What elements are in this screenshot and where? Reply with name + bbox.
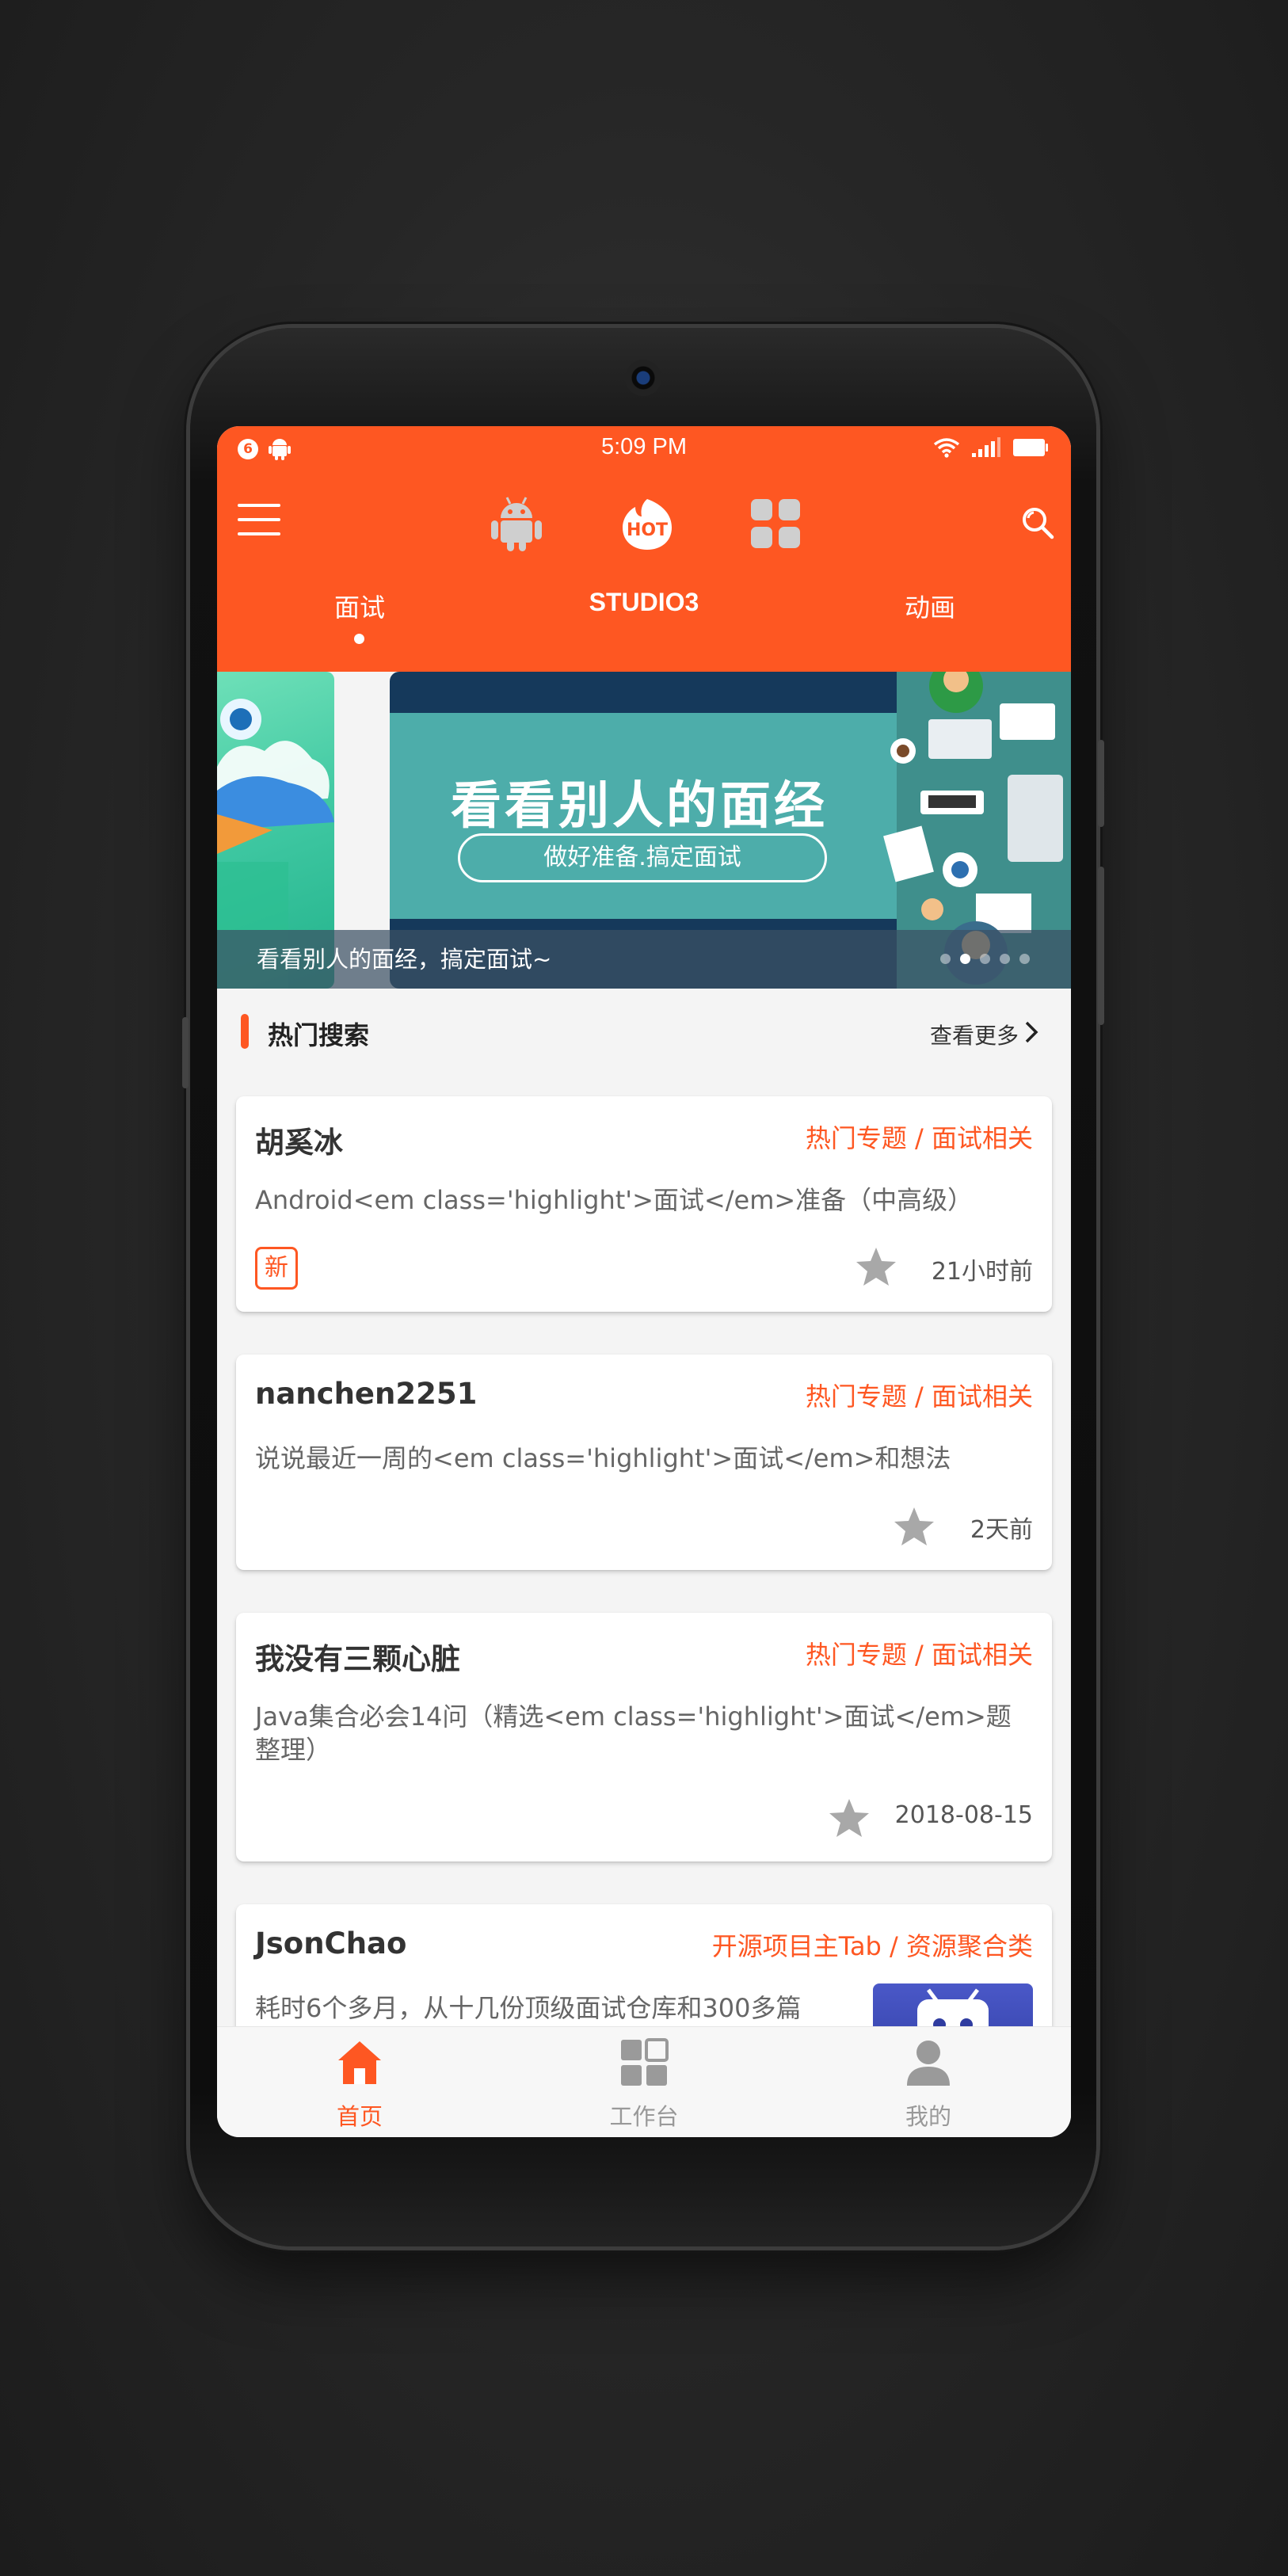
hot-search-header: 热门搜索 查看更多 <box>217 989 1071 1076</box>
wifi-icon <box>933 438 960 458</box>
android-nav-icon[interactable] <box>490 494 543 551</box>
card-category[interactable]: 热门专题 / 面试相关 <box>806 1635 1033 1671</box>
card-time: 2018-08-15 <box>894 1801 1033 1829</box>
grid-nav-icon[interactable] <box>751 499 800 548</box>
star-icon[interactable] <box>827 1797 871 1841</box>
hot-label: HOT <box>627 520 668 540</box>
article-card[interactable]: nanchen2251 热门专题 / 面试相关 说说最近一周的<em class… <box>236 1355 1052 1570</box>
nav-dashboard-label: 工作台 <box>609 2103 679 2130</box>
card-author[interactable]: JsonChao <box>255 1926 406 1961</box>
card-time: 21小时前 <box>931 1258 1033 1286</box>
battery-icon <box>1013 439 1048 456</box>
person-icon <box>907 2041 950 2086</box>
status-icons <box>933 437 1049 458</box>
bottom-navigation: 首页 工作台 我的 <box>217 2026 1071 2137</box>
card-title[interactable]: 说说最近一周的<em class='highlight'>面试</em>和想法 <box>255 1442 1033 1475</box>
see-more-link[interactable]: 查看更多 <box>930 1019 1019 1050</box>
tab-studio3[interactable]: STUDIO3 <box>525 588 763 617</box>
app-header: 6 5:09 PM HOT 面试 STUDIO3 动画 <box>217 426 1071 672</box>
banner-dot[interactable] <box>980 954 990 964</box>
banner-dot[interactable] <box>1000 954 1010 964</box>
card-title[interactable]: 耗时6个多月，从十几份顶级面试仓库和300多篇 <box>255 1991 846 2025</box>
phone-frame: 6 5:09 PM HOT 面试 STUDIO3 动画 看看别人的面经 做好准备… <box>182 328 1104 2246</box>
section-title: 热门搜索 <box>268 1020 370 1050</box>
banner-pagination <box>940 954 1030 964</box>
article-card[interactable]: 我没有三颗心脏 热门专题 / 面试相关 Java集合必会14问（精选<em cl… <box>236 1613 1052 1862</box>
banner-subtitle-pill: 做好准备.搞定面试 <box>458 833 827 882</box>
card-category[interactable]: 热门专题 / 面试相关 <box>806 1377 1033 1413</box>
side-button <box>182 1017 189 1088</box>
signal-icon <box>972 437 1000 457</box>
nav-home[interactable]: 首页 <box>217 2027 502 2137</box>
card-author[interactable]: nanchen2251 <box>255 1377 477 1411</box>
star-icon[interactable] <box>892 1505 936 1549</box>
nav-profile[interactable]: 我的 <box>786 2027 1071 2137</box>
hot-nav-icon[interactable]: HOT <box>619 496 675 551</box>
card-time: 2天前 <box>970 1516 1033 1544</box>
star-icon[interactable] <box>854 1245 898 1290</box>
menu-icon[interactable] <box>238 504 280 539</box>
search-icon[interactable] <box>1020 505 1055 540</box>
card-author[interactable]: 胡奚冰 <box>255 1118 343 1161</box>
app-screen: 6 5:09 PM HOT 面试 STUDIO3 动画 看看别人的面经 做好准备… <box>217 426 1071 2137</box>
chevron-right-icon[interactable] <box>1022 1020 1042 1044</box>
banner-title: 看看别人的面经 <box>451 777 828 836</box>
section-accent-bar <box>241 1014 249 1049</box>
volume-button <box>1098 740 1104 827</box>
nav-profile-label: 我的 <box>905 2103 951 2130</box>
tab-animation[interactable]: 动画 <box>811 588 1049 624</box>
category-tabs: 面试 STUDIO3 动画 <box>217 574 1071 661</box>
card-title[interactable]: Android<em class='highlight'>面试</em>准备（中… <box>255 1183 1033 1217</box>
tab-interview[interactable]: 面试 <box>241 588 478 624</box>
status-bar: 6 5:09 PM <box>217 426 1071 471</box>
card-category[interactable]: 开源项目主Tab / 资源聚合类 <box>712 1926 1033 1963</box>
nav-dashboard[interactable]: 工作台 <box>501 2027 787 2137</box>
dashboard-icon <box>621 2038 669 2086</box>
home-icon <box>338 2041 381 2084</box>
toolbar: HOT <box>217 471 1071 574</box>
front-camera <box>625 360 661 396</box>
card-title[interactable]: Java集合必会14问（精选<em class='highlight'>面试</… <box>255 1700 1033 1766</box>
new-badge: 新 <box>255 1247 298 1290</box>
banner-dot-active[interactable] <box>960 954 970 964</box>
banner-dot[interactable] <box>940 954 951 964</box>
active-tab-indicator <box>354 634 364 644</box>
banner-dot[interactable] <box>1019 954 1030 964</box>
article-card[interactable]: 胡奚冰 热门专题 / 面试相关 Android<em class='highli… <box>236 1096 1052 1312</box>
power-button <box>1098 867 1104 1025</box>
nav-home-label: 首页 <box>336 2103 383 2130</box>
card-category[interactable]: 热门专题 / 面试相关 <box>806 1118 1033 1155</box>
card-author[interactable]: 我没有三颗心脏 <box>255 1635 460 1678</box>
